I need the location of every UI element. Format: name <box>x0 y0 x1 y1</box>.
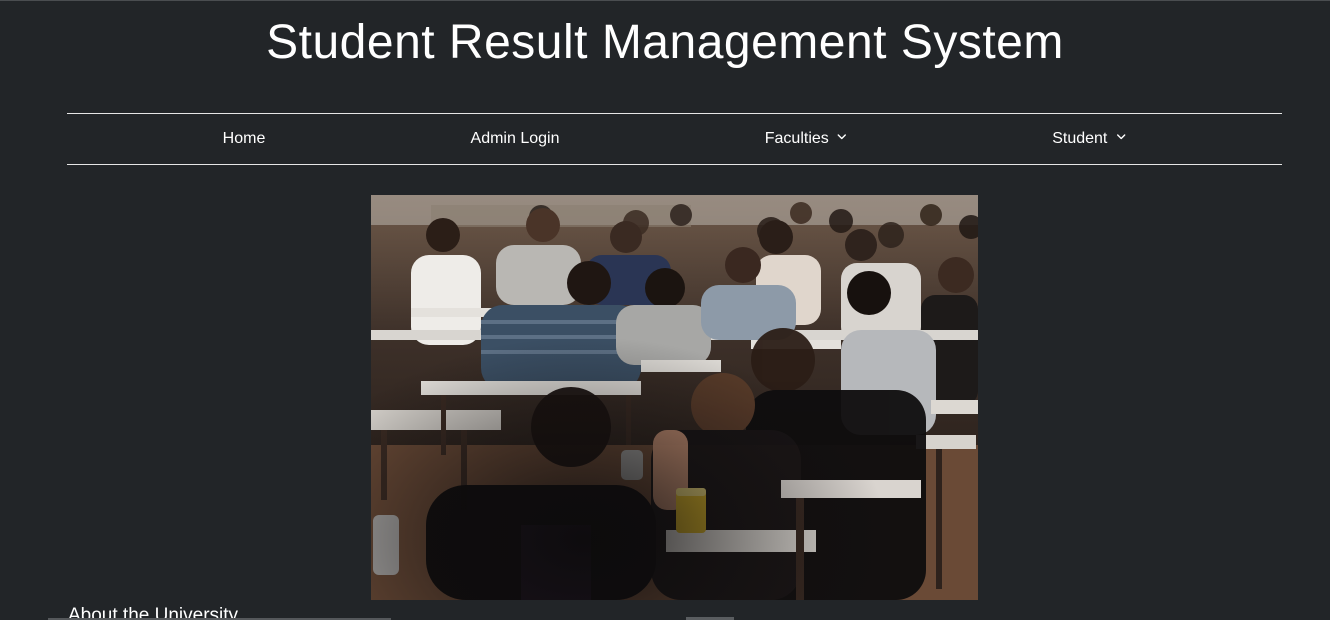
chevron-down-icon <box>838 134 847 139</box>
nav-home-link[interactable]: Home <box>223 114 266 164</box>
nav-faculties-dropdown[interactable]: Faculties <box>765 114 847 164</box>
page: Student Result Management System Home Ad… <box>0 0 1330 620</box>
exam-hall-illustration <box>371 195 978 600</box>
nav-faculties-label: Faculties <box>764 130 829 147</box>
hero-exam-hall-image <box>371 195 978 600</box>
site-title: Student Result Management System <box>266 16 1064 69</box>
chevron-down-icon <box>1116 134 1126 139</box>
nav-home-label: Home <box>222 130 266 147</box>
main-navbar: Home Admin Login Faculties Student <box>67 113 1282 165</box>
nav-admin-login-link[interactable]: Admin Login <box>471 114 560 164</box>
nav-admin-login-label: Admin Login <box>470 130 560 147</box>
nav-student-label: Student <box>1052 130 1108 147</box>
nav-student-dropdown[interactable]: Student <box>1052 114 1126 164</box>
